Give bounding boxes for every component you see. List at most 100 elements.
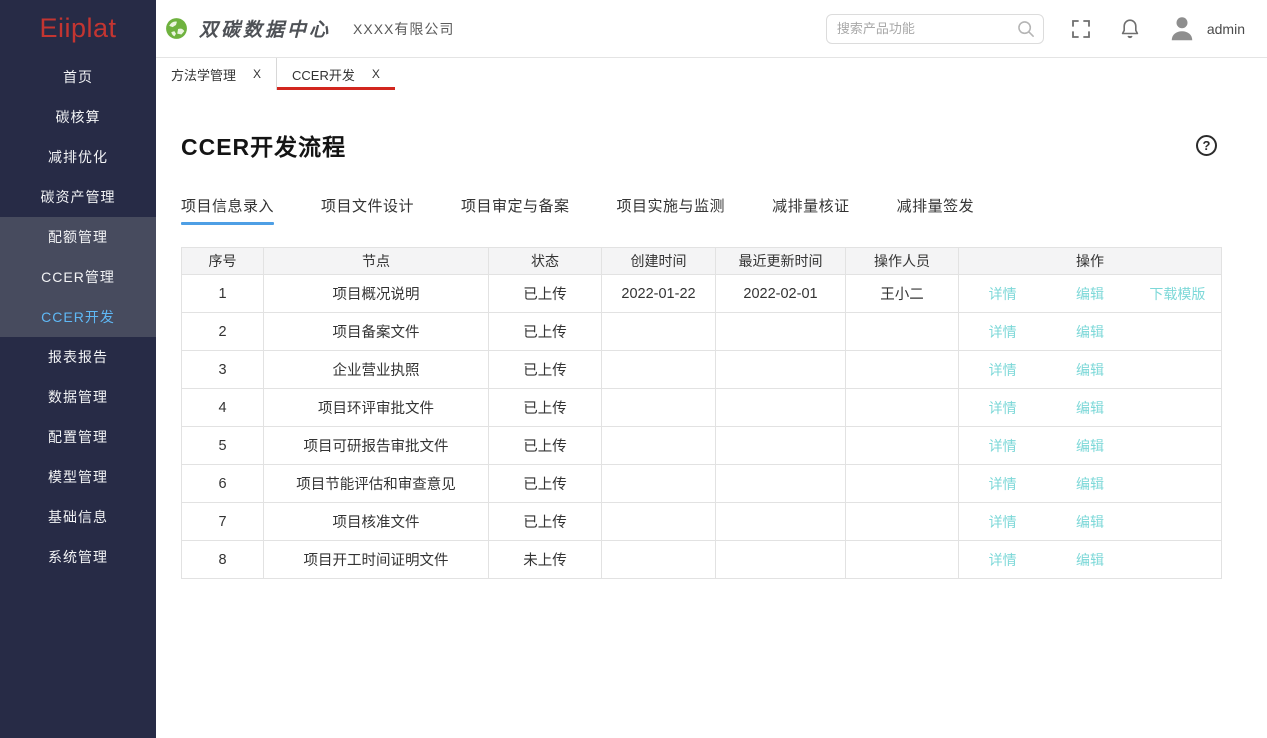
page-title: CCER开发流程 [181,128,346,162]
subtab-project-info-entry[interactable]: 项目信息录入 [181,195,274,225]
cell-operator [846,427,959,465]
sidebar-item-basic-info[interactable]: 基础信息 [0,497,156,537]
cell-node: 项目概况说明 [264,275,489,313]
action-detail[interactable]: 详情 [959,474,1046,494]
column-header: 操作人员 [846,248,959,275]
action-edit[interactable]: 编辑 [1046,360,1133,380]
cell-no: 6 [182,465,264,503]
actions-group: 详情编辑 [959,322,1221,342]
cell-status: 已上传 [489,389,602,427]
cell-status: 已上传 [489,465,602,503]
cell-node: 项目核准文件 [264,503,489,541]
sidebar-item-ccer-development[interactable]: CCER开发 [0,297,156,337]
topbar-actions: admin [826,14,1245,44]
table-row: 7项目核准文件已上传详情编辑 [182,503,1222,541]
action-detail[interactable]: 详情 [959,322,1046,342]
cell-no: 2 [182,313,264,351]
product-name: 双碳数据中心 [199,15,331,42]
sidebar-item-reports[interactable]: 报表报告 [0,337,156,377]
cell-node: 项目备案文件 [264,313,489,351]
column-header: 操作 [959,248,1222,275]
fullscreen-icon[interactable] [1069,17,1093,41]
sidebar-submenu-carbon-asset-management: 配额管理CCER管理CCER开发 [0,217,156,337]
subtab-emission-reduction-issuance[interactable]: 减排量签发 [897,195,975,225]
cell-node: 项目环评审批文件 [264,389,489,427]
app-window: Eiiplat 首页碳核算减排优化碳资产管理配额管理CCER管理CCER开发报表… [0,0,1267,738]
cell-updated [716,541,846,579]
action-edit[interactable]: 编辑 [1046,322,1133,342]
sidebar-item-emission-reduction-optimization[interactable]: 减排优化 [0,137,156,177]
cell-operator [846,313,959,351]
action-detail[interactable]: 详情 [959,284,1046,304]
avatar-icon[interactable] [1167,14,1197,44]
subtab-project-document-design[interactable]: 项目文件设计 [321,195,414,225]
cell-created: 2022-01-22 [602,275,716,313]
action-detail[interactable]: 详情 [959,550,1046,570]
tab-label: CCER开发 [292,65,355,84]
sidebar-item-data-management[interactable]: 数据管理 [0,377,156,417]
search-box [826,14,1044,44]
search-icon[interactable] [1015,18,1037,40]
search-input[interactable] [826,14,1044,44]
action-edit[interactable]: 编辑 [1046,474,1133,494]
sidebar-item-system-management[interactable]: 系统管理 [0,537,156,577]
actions-group: 详情编辑 [959,398,1221,418]
action-download-template[interactable]: 下载模版 [1134,284,1221,304]
action-edit[interactable]: 编辑 [1046,512,1133,532]
company-name: XXXX有限公司 [353,19,454,39]
actions-group: 详情编辑 [959,436,1221,456]
sidebar-item-home[interactable]: 首页 [0,57,156,97]
topbar: 双碳数据中心 XXXX有限公司 [156,0,1267,57]
action-detail[interactable]: 详情 [959,512,1046,532]
cell-status: 已上传 [489,503,602,541]
close-icon-ccer-development[interactable]: X [372,67,380,81]
sidebar-item-model-management[interactable]: 模型管理 [0,457,156,497]
cell-actions: 详情编辑下载模版 [959,275,1222,313]
subtab-project-implementation-monitoring[interactable]: 项目实施与监测 [617,195,726,225]
tab-ccer-development[interactable]: CCER开发 X [276,58,395,90]
cell-actions: 详情编辑 [959,313,1222,351]
cell-status: 未上传 [489,541,602,579]
cell-actions: 详情编辑 [959,503,1222,541]
sidebar-item-ccer-management[interactable]: CCER管理 [0,257,156,297]
cell-actions: 详情编辑 [959,351,1222,389]
cell-actions: 详情编辑 [959,465,1222,503]
action-edit[interactable]: 编辑 [1046,550,1133,570]
sidebar-item-quota-management[interactable]: 配额管理 [0,217,156,257]
action-edit[interactable]: 编辑 [1046,398,1133,418]
column-header: 创建时间 [602,248,716,275]
action-edit[interactable]: 编辑 [1046,284,1133,304]
actions-group: 详情编辑 [959,474,1221,494]
action-edit[interactable]: 编辑 [1046,436,1133,456]
user-menu[interactable]: admin [1167,14,1245,44]
tab-methodology-management[interactable]: 方法学管理X [156,58,276,90]
sidebar-item-carbon-asset-management[interactable]: 碳资产管理 [0,177,156,217]
cell-updated [716,313,846,351]
cell-operator: 王小二 [846,275,959,313]
cell-operator [846,389,959,427]
sidebar-item-carbon-accounting[interactable]: 碳核算 [0,97,156,137]
cell-no: 4 [182,389,264,427]
cell-no: 5 [182,427,264,465]
cell-created [602,503,716,541]
action-detail[interactable]: 详情 [959,436,1046,456]
table-row: 5项目可研报告审批文件已上传详情编辑 [182,427,1222,465]
sidebar-item-config-management[interactable]: 配置管理 [0,417,156,457]
action-detail[interactable]: 详情 [959,360,1046,380]
close-icon-methodology-management[interactable]: X [253,67,261,81]
action-detail[interactable]: 详情 [959,398,1046,418]
subtab-project-review-filing[interactable]: 项目审定与备案 [461,195,570,225]
table-row: 8项目开工时间证明文件未上传详情编辑 [182,541,1222,579]
cell-updated [716,351,846,389]
column-header: 节点 [264,248,489,275]
cell-created [602,541,716,579]
help-icon[interactable]: ? [1196,135,1217,156]
cell-operator [846,351,959,389]
subtab-emission-reduction-verification[interactable]: 减排量核证 [772,195,850,225]
username-label[interactable]: admin [1207,21,1245,37]
brand-logo[interactable]: Eiiplat [0,0,156,57]
actions-group: 详情编辑下载模版 [959,284,1221,304]
bell-icon[interactable] [1118,17,1142,41]
cell-status: 已上传 [489,275,602,313]
cell-node: 项目可研报告审批文件 [264,427,489,465]
